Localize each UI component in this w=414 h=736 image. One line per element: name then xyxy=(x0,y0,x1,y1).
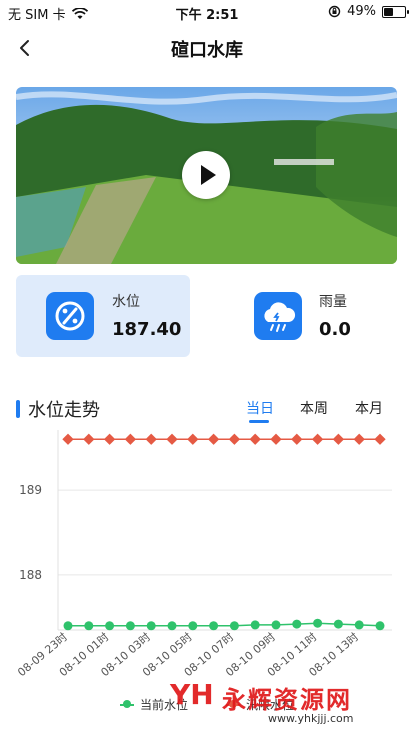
battery-icon xyxy=(382,5,409,18)
current-level-point xyxy=(188,621,198,631)
current-level-line xyxy=(68,622,381,627)
water-level-card[interactable]: 水位 187.40 xyxy=(16,275,190,357)
watermark: YH 永辉资源网 www.yhkjjj.com xyxy=(170,676,400,726)
warning-level-point xyxy=(103,433,116,445)
current-level-point xyxy=(125,621,135,631)
trend-title: 水位走势 xyxy=(28,400,100,421)
tab-day[interactable]: 当日 xyxy=(246,398,274,418)
water-level-icon xyxy=(46,292,94,340)
y-tick-label: 188 xyxy=(19,568,42,582)
current-level-point xyxy=(375,621,385,631)
navigation-bar: 碹口水库 xyxy=(0,28,414,68)
watermark-url: www.yhkjjj.com xyxy=(268,712,354,725)
current-level-point xyxy=(209,621,219,631)
rainfall-label: 雨量 xyxy=(319,294,347,310)
reservoir-video[interactable] xyxy=(16,87,397,264)
water-level-value: 187.40 xyxy=(112,319,182,340)
warning-level-point xyxy=(332,433,345,445)
current-level-point xyxy=(250,620,260,630)
status-right: 49% xyxy=(328,4,409,19)
warning-level-point xyxy=(166,433,178,445)
current-level-point xyxy=(146,621,156,631)
warning-level-point xyxy=(62,433,74,445)
warning-level-point xyxy=(270,433,282,445)
current-level-point xyxy=(229,621,239,631)
warning-level-point xyxy=(311,433,324,445)
legend-current-swatch xyxy=(120,699,134,708)
warning-level-point xyxy=(187,433,199,445)
y-tick-label: 189 xyxy=(19,483,42,497)
watermark-logo: YH xyxy=(170,678,214,711)
play-icon xyxy=(201,165,216,185)
battery-percent: 49% xyxy=(347,4,376,19)
page-title: 碹口水库 xyxy=(171,40,243,61)
play-button[interactable] xyxy=(182,151,230,199)
current-level-point xyxy=(354,620,364,630)
warning-level-point xyxy=(228,433,241,445)
current-level-point xyxy=(313,618,323,628)
current-level-point xyxy=(333,619,343,629)
current-level-point xyxy=(105,621,115,631)
current-level-point xyxy=(271,620,281,630)
warning-level-point xyxy=(353,433,365,445)
section-accent-bar xyxy=(16,400,20,418)
warning-level-point xyxy=(124,433,137,445)
orientation-lock-icon xyxy=(328,5,341,18)
rain-cloud-icon xyxy=(254,292,302,340)
current-level-point xyxy=(84,621,94,631)
warning-level-point xyxy=(207,433,220,445)
tab-month[interactable]: 本月 xyxy=(355,398,383,418)
rainfall-value: 0.0 xyxy=(319,319,351,340)
trend-section-title: 水位走势 xyxy=(16,396,100,422)
current-level-point xyxy=(63,621,73,631)
current-level-point xyxy=(167,621,177,631)
warning-level-point xyxy=(374,433,386,445)
status-bar: 无 SIM 卡 下午 2:51 49% xyxy=(0,0,414,23)
watermark-brand: 永辉资源网 xyxy=(222,686,352,714)
warning-level-point xyxy=(291,433,303,445)
warning-level-point xyxy=(83,433,95,445)
active-tab-indicator xyxy=(249,420,269,423)
warning-level-point xyxy=(249,433,261,445)
warning-level-point xyxy=(145,433,157,445)
rainfall-card[interactable]: 雨量 0.0 xyxy=(230,275,400,357)
current-level-point xyxy=(292,619,302,629)
water-level-label: 水位 xyxy=(112,294,140,310)
tab-week[interactable]: 本周 xyxy=(300,398,328,418)
